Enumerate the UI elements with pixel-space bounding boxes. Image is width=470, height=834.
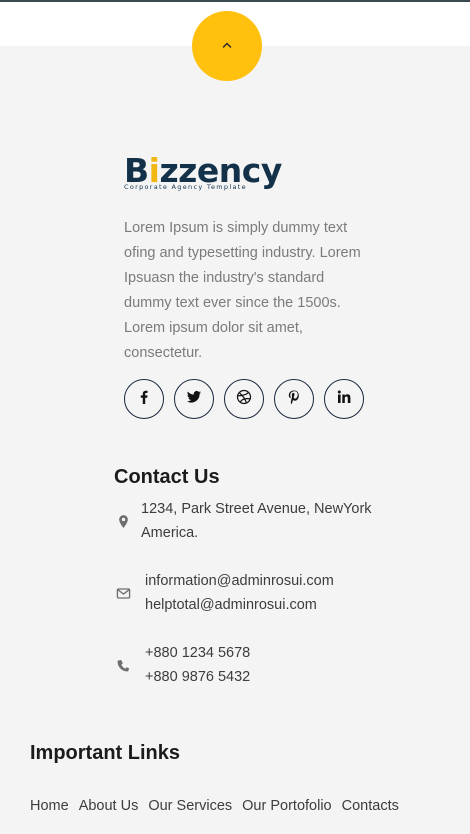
phone-link-2[interactable]: +880 9876 5432 xyxy=(145,665,250,689)
phone-icon xyxy=(114,658,132,673)
brand-tagline: Corporate Agency Template xyxy=(124,183,247,191)
phone-link-1[interactable]: +880 1234 5678 xyxy=(145,641,250,665)
brand-logo[interactable]: Bizzency Corporate Agency Template xyxy=(124,153,294,193)
contact-email: information@adminrosui.com helptotal@adm… xyxy=(114,569,334,617)
link-home[interactable]: Home xyxy=(30,798,69,814)
contact-address: 1234, Park Street Avenue, NewYork Americ… xyxy=(114,497,372,545)
social-links xyxy=(124,379,364,419)
email-link-1[interactable]: information@adminrosui.com xyxy=(145,569,334,593)
twitter-icon xyxy=(186,389,202,410)
pinterest-link[interactable] xyxy=(274,379,314,419)
important-links-title: Important Links xyxy=(30,742,181,764)
dribbble-icon xyxy=(236,389,252,410)
envelope-icon xyxy=(114,586,132,601)
facebook-icon xyxy=(136,389,152,410)
address-line2: America. xyxy=(141,525,199,541)
address-line1: 1234, Park Street Avenue, NewYork xyxy=(141,501,372,517)
map-pin-icon xyxy=(114,514,132,529)
link-our-portofolio[interactable]: Our Portofolio xyxy=(242,798,331,814)
contact-phone: +880 1234 5678 +880 9876 5432 xyxy=(114,641,250,689)
contact-title: Contact Us xyxy=(114,466,220,488)
pinterest-icon xyxy=(286,389,302,410)
linkedin-icon xyxy=(336,389,352,410)
link-about-us[interactable]: About Us xyxy=(79,798,139,814)
facebook-link[interactable] xyxy=(124,379,164,419)
scroll-to-top-button[interactable] xyxy=(192,11,262,81)
chevron-up-icon xyxy=(221,39,233,54)
link-our-services[interactable]: Our Services xyxy=(148,798,232,814)
about-text: Lorem Ipsum is simply dummy text ofing a… xyxy=(124,220,361,361)
important-links-nav: Home About Us Our Services Our Portofoli… xyxy=(30,798,399,814)
email-link-2[interactable]: helptotal@adminrosui.com xyxy=(145,593,334,617)
link-contacts[interactable]: Contacts xyxy=(342,798,399,814)
twitter-link[interactable] xyxy=(174,379,214,419)
dribbble-link[interactable] xyxy=(224,379,264,419)
linkedin-link[interactable] xyxy=(324,379,364,419)
